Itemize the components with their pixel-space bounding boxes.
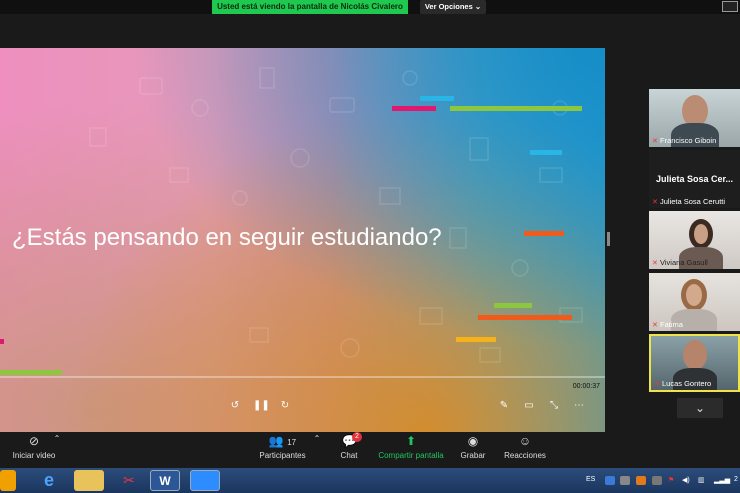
participant-name: ✕ Francisco Giboin	[652, 136, 717, 145]
video-options-caret[interactable]: ⌃	[52, 434, 62, 443]
chevron-down-icon: ⌄	[694, 401, 706, 415]
file-explorer-icon[interactable]	[74, 470, 104, 491]
mic-muted-icon: ✕	[652, 322, 658, 329]
reactions-label: Reacciones	[504, 451, 546, 460]
participant-name: ✕ Lucas Gontero	[654, 379, 712, 388]
participants-count: 17	[287, 438, 297, 447]
tray-app-icon[interactable]	[652, 476, 662, 485]
start-video-label: Iniciar video	[12, 451, 56, 460]
screen-share-banner: Usted está viendo la pantalla de Nicolás…	[212, 0, 408, 14]
clock[interactable]: 2	[734, 476, 738, 483]
smiley-icon: ☺	[518, 434, 532, 448]
captions-icon[interactable]: ▭	[522, 400, 536, 412]
participant-tile[interactable]: ✕ Fatima	[649, 273, 740, 331]
decor-bar	[456, 337, 496, 342]
participants-options-caret[interactable]: ⌃	[312, 434, 322, 443]
tray-app-icon[interactable]	[620, 476, 630, 485]
record-button[interactable]: ◉ Grabar	[458, 434, 488, 460]
chevron-down-icon: ⌄	[474, 2, 482, 11]
shared-screen: ¿Estás pensando en seguir estudiando? 00…	[0, 48, 605, 432]
chat-icon: 💬 2	[342, 432, 362, 448]
decor-bar	[478, 315, 572, 320]
zoom-app-icon[interactable]	[190, 470, 220, 491]
meeting-toolbar	[0, 432, 740, 468]
participant-video	[681, 279, 707, 311]
chat-button[interactable]: 💬 2 Chat	[334, 432, 364, 460]
zoom-tray-icon[interactable]	[605, 476, 615, 485]
window-restore-button[interactable]	[722, 1, 738, 12]
participant-video	[689, 219, 713, 249]
word-icon[interactable]: W	[150, 470, 180, 491]
decor-bar	[420, 96, 454, 101]
volume-icon[interactable]: ◀)	[682, 476, 690, 484]
participant-tile[interactable]: ✕ Viviana Gasull	[649, 211, 740, 269]
paint-icon[interactable]: ✂	[114, 470, 144, 491]
language-indicator[interactable]: ES	[586, 476, 595, 483]
network-icon[interactable]: ▥	[698, 476, 705, 484]
participant-tile[interactable]: Julieta Sosa Cer... ✕ Julieta Sosa Cerutt…	[649, 150, 740, 208]
participant-video	[683, 340, 707, 370]
participant-name: ✕ Fatima	[652, 320, 683, 329]
participants-icon: 👥 17	[268, 434, 297, 448]
pen-icon[interactable]: ✎	[497, 400, 511, 412]
decor-bar	[0, 339, 4, 344]
mic-muted-icon: ✕	[652, 138, 658, 145]
panel-resize-handle[interactable]	[607, 232, 610, 246]
mic-muted-icon: ✕	[652, 199, 658, 206]
participant-name-large: Julieta Sosa Cer...	[655, 174, 734, 184]
participant-name: ✕ Julieta Sosa Cerutti	[652, 197, 726, 206]
record-icon: ◉	[467, 434, 479, 448]
decor-bar	[392, 106, 436, 111]
security-flag-icon[interactable]: ⚑	[668, 476, 674, 484]
share-screen-icon: ⬆	[405, 434, 417, 448]
mic-muted-icon: ✕	[652, 260, 658, 267]
chevron-up-icon: ⌃	[53, 434, 61, 443]
rewind-10-icon[interactable]: ↺	[228, 400, 242, 412]
scroll-down-button[interactable]: ⌄	[677, 398, 723, 418]
forward-30-icon[interactable]: ↻	[278, 400, 292, 412]
view-options-button[interactable]: Ver Opciones ⌄	[420, 0, 486, 14]
elapsed-time: 00:00:37	[572, 383, 600, 390]
internet-explorer-icon[interactable]: e	[34, 470, 64, 491]
chevron-up-icon: ⌃	[313, 434, 321, 443]
mic-muted-icon: ✕	[654, 381, 660, 388]
decor-bar	[0, 370, 62, 375]
record-label: Grabar	[460, 451, 486, 460]
tray-app-icon[interactable]	[636, 476, 646, 485]
share-screen-label: Compartir pantalla	[378, 451, 444, 460]
participant-tile-active-speaker[interactable]: ✕ Lucas Gontero	[649, 334, 740, 392]
chat-label: Chat	[340, 451, 358, 460]
signal-icon[interactable]: ▂▃▅	[714, 476, 730, 484]
participants-button[interactable]: 👥 17 Participantes	[255, 434, 310, 460]
start-button[interactable]	[0, 470, 16, 491]
decor-bar	[524, 231, 564, 236]
decor-bar	[450, 106, 582, 111]
pause-icon[interactable]: ❚❚	[253, 400, 270, 412]
reactions-button[interactable]: ☺ Reacciones	[503, 434, 547, 460]
participant-name: ✕ Viviana Gasull	[652, 258, 708, 267]
video-progress-bar[interactable]	[0, 376, 605, 378]
participant-tile[interactable]: ✕ Francisco Giboin	[649, 89, 740, 147]
decor-bar	[530, 150, 562, 155]
decor-bar	[494, 303, 532, 308]
share-screen-button[interactable]: ⬆ Compartir pantalla	[376, 434, 446, 460]
chat-unread-badge: 2	[352, 432, 362, 442]
view-options-label: Ver Opciones	[424, 2, 473, 11]
participants-label: Participantes	[259, 451, 306, 460]
exit-fullscreen-icon[interactable]: ⤡	[547, 400, 561, 412]
slide-title: ¿Estás pensando en seguir estudiando?	[12, 224, 442, 251]
more-options-icon[interactable]: ⋯	[572, 400, 586, 412]
